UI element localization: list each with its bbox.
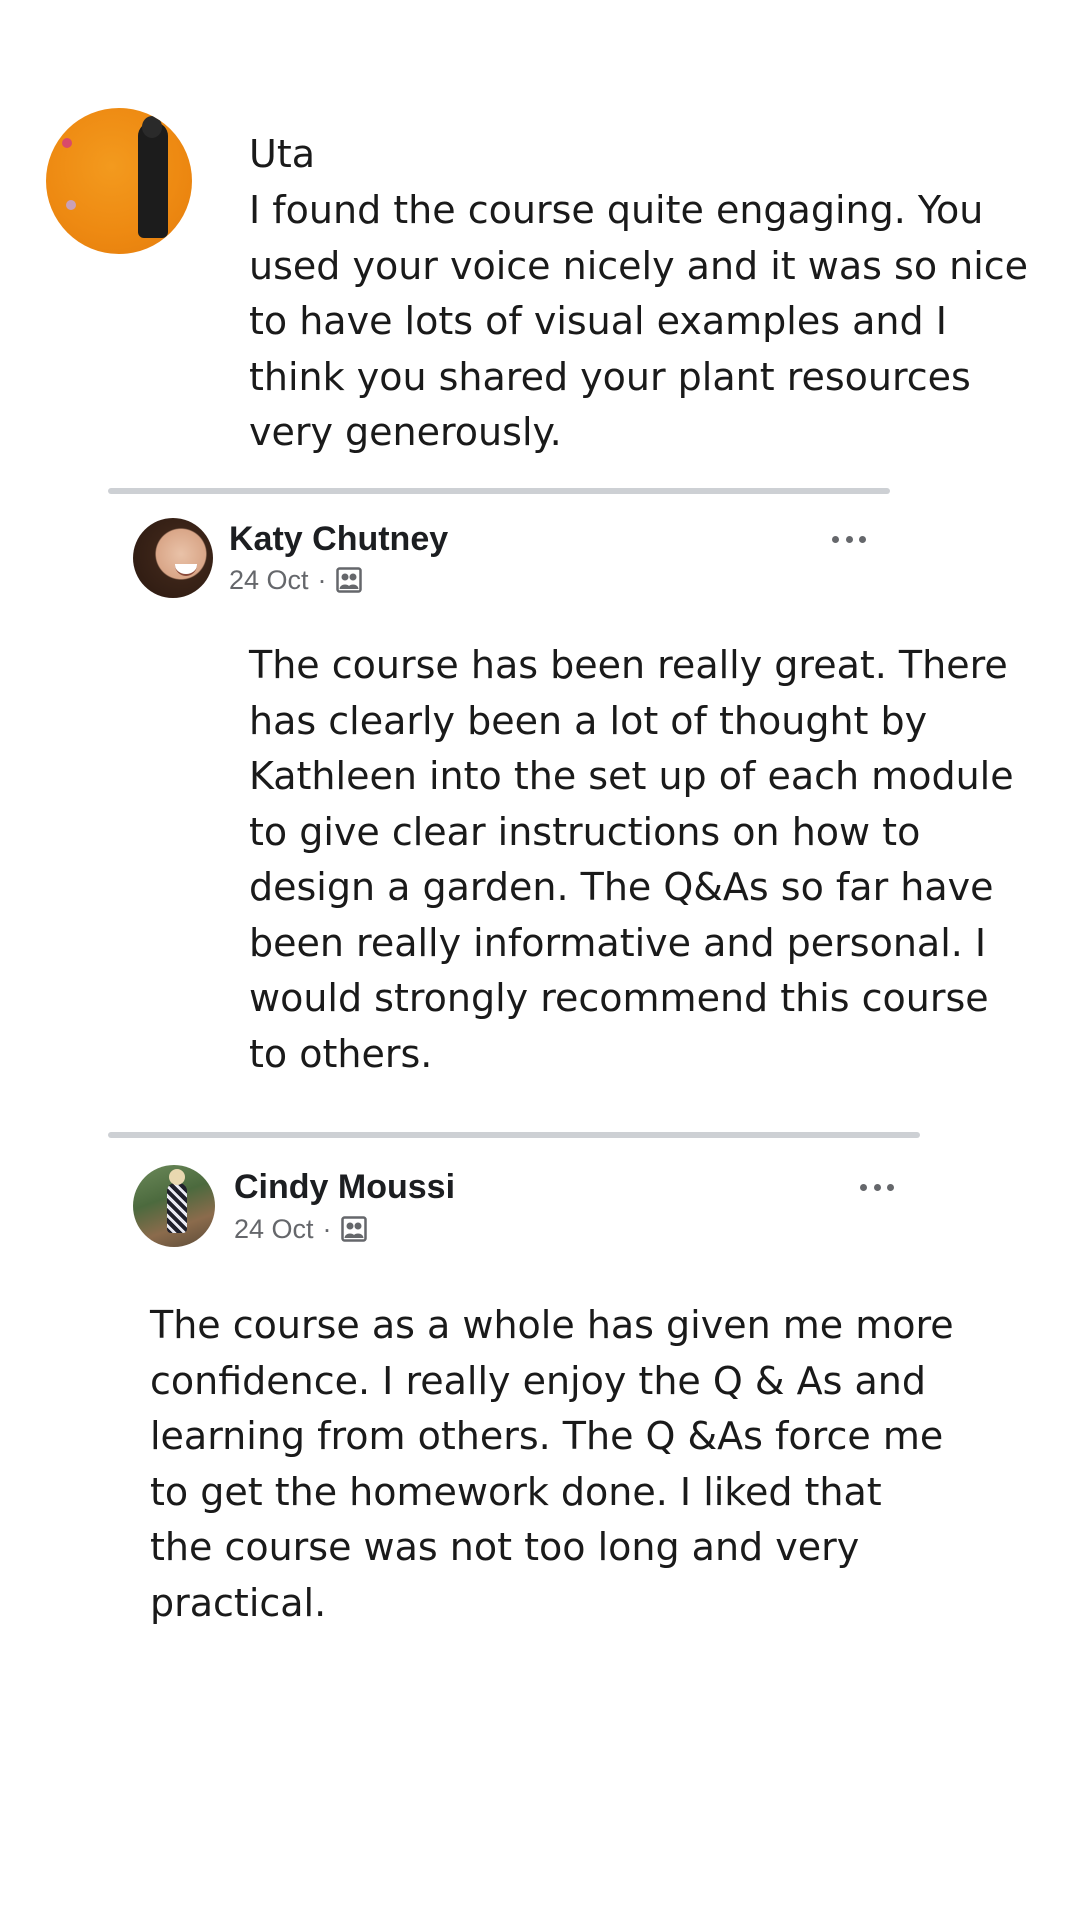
more-options-button[interactable] [860, 1177, 894, 1197]
text-line: confidence. I really enjoy the Q & As an… [150, 1358, 926, 1403]
text-line: to others. [249, 1031, 433, 1076]
dot [859, 535, 866, 543]
text-line: The course has been really great. There [249, 643, 1008, 687]
dot [887, 1183, 894, 1191]
post-text-cindy: The course as a whole has given me more … [150, 1298, 954, 1631]
text-line: has clearly been a lot of thought by [249, 698, 928, 743]
divider [108, 1132, 920, 1138]
post-text-katy: The course has been really great. There … [249, 638, 1014, 1082]
avatar-person [167, 1169, 187, 1233]
dot [832, 535, 839, 543]
text-line: would strongly recommend this course [249, 976, 989, 1020]
text-line: think you shared your plant resources [249, 354, 971, 399]
avatar-uta [46, 108, 192, 254]
avatar-katy-chutney[interactable] [133, 518, 213, 598]
post-date[interactable]: 24 Oct [229, 564, 309, 596]
text-line: to get the homework done. I liked that [150, 1469, 882, 1514]
avatar-cindy-moussi[interactable] [133, 1165, 215, 1247]
text-line: the course was not too long and very [150, 1525, 860, 1569]
meta-separator: · [317, 565, 327, 595]
post-meta: 24 Oct · [229, 564, 362, 596]
post-author-name[interactable]: Katy Chutney [229, 519, 448, 559]
post-date[interactable]: 24 Oct [234, 1213, 314, 1245]
more-options-button[interactable] [832, 529, 866, 549]
avatar-smile [175, 564, 197, 576]
testimonial-text-uta: I found the course quite engaging. You u… [249, 183, 1028, 461]
dot [845, 535, 853, 543]
post-author-name[interactable]: Cindy Moussi [234, 1167, 455, 1207]
text-line: learning from others. The Q &As force me [150, 1414, 944, 1458]
dot [873, 1183, 881, 1191]
text-line: The course as a whole has given me more [150, 1303, 954, 1347]
text-line: design a garden. The Q&As so far have [249, 865, 994, 909]
text-line: I found the course quite engaging. You [249, 188, 984, 232]
group-audience-icon [340, 1216, 367, 1242]
text-line: practical. [150, 1580, 327, 1625]
text-line: very generously. [249, 410, 562, 454]
post-meta: 24 Oct · [234, 1213, 367, 1245]
text-line: been really informative and personal. I [249, 920, 987, 965]
avatar-figure [138, 116, 168, 238]
dot [860, 1183, 867, 1191]
meta-separator: · [322, 1214, 332, 1244]
divider [108, 488, 890, 494]
testimonial-author-uta: Uta [249, 132, 315, 176]
avatar-petal [62, 138, 72, 148]
text-line: used your voice nicely and it was so nic… [249, 243, 1029, 288]
text-line: to give clear instructions on how to [249, 809, 921, 854]
group-audience-icon [335, 567, 362, 593]
text-line: to have lots of visual examples and I [249, 299, 947, 343]
avatar-petal [66, 200, 76, 210]
text-line: Kathleen into the set up of each module [249, 754, 1014, 798]
